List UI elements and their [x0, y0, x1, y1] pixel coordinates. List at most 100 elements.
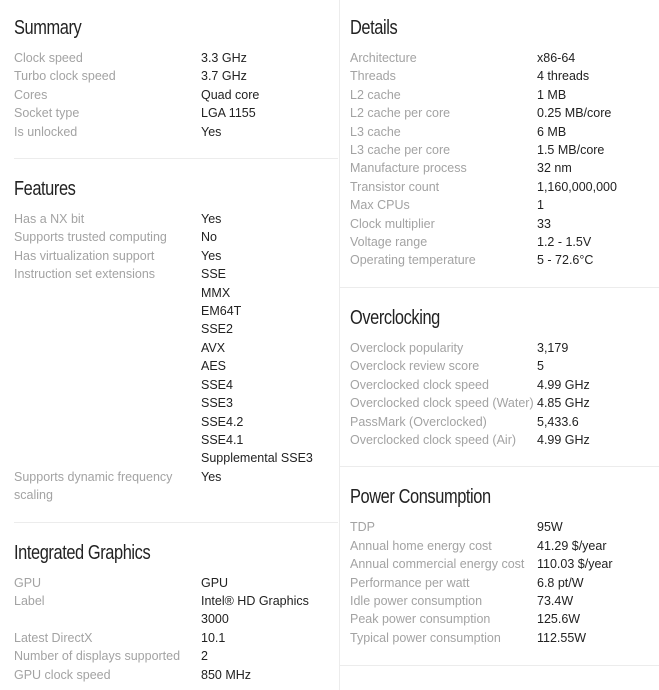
spec-label: TDP — [350, 520, 375, 535]
spec-label: Socket type — [14, 106, 80, 121]
spec-value: 850 MHz — [201, 667, 252, 682]
divider — [340, 665, 659, 667]
spec-label: Overclock popularity — [350, 340, 464, 355]
spec-value: 4.99 GHz — [537, 432, 590, 447]
spec-value: Intel® HD Graphics 3000 — [201, 593, 309, 627]
spec-list: Clock speed 3.3 GHz Turbo clock speed 3.7 G… — [14, 49, 338, 141]
spec-label: PassMark (Overclocked) — [350, 414, 487, 429]
section-title: Summary — [14, 17, 82, 39]
spec-label: Has a NX bit — [14, 212, 85, 227]
spec-value: 112.55W — [537, 630, 587, 645]
spec-label: Overclock review score — [350, 359, 480, 374]
instruction-set-item: SSE2 — [201, 322, 233, 337]
spec-row: Clock speed 3.3 GHz — [14, 49, 338, 67]
spec-value: 4 threads — [537, 69, 590, 84]
section-title: Overclocking — [350, 306, 440, 329]
spec-value: Yes — [201, 212, 222, 227]
spec-value: 73.4W — [537, 593, 574, 608]
spec-row: Idle power consumption 73.4W — [350, 592, 659, 610]
spec-row: Transistor count 1,160,000,000 — [350, 178, 659, 196]
section-title: Integrated Graphics — [14, 541, 151, 564]
instruction-set-item: Supplemental SSE3 — [201, 451, 313, 466]
spec-row: Socket type LGA 1155 — [14, 104, 338, 122]
spec-label: Performance per watt — [350, 575, 470, 590]
spec-label: Clock multiplier — [350, 216, 435, 231]
spec-value: 0.25 MB/core — [537, 106, 612, 121]
spec-value: 32 nm — [537, 161, 572, 176]
spec-value: 6.8 pt/W — [537, 575, 584, 590]
summary-section: Summary Clock speed 3.3 GHz Turbo clock sp… — [0, 0, 338, 158]
spec-row: Max CPUs 1 — [350, 196, 659, 214]
spec-row: L3 cache per core 1.5 MB/core — [350, 141, 659, 159]
spec-value: 10.1 — [201, 630, 226, 645]
spec-label: L3 cache per core — [350, 143, 451, 158]
spec-row: Has a NX bit Yes — [14, 210, 338, 228]
spec-label: L2 cache per core — [350, 106, 451, 121]
instruction-set-item: SSE3 — [201, 396, 233, 411]
spec-row: Operating temperature 5 - 72.6°C — [350, 251, 659, 269]
instruction-set-values: SSE MMX EM64T SSE2 AVX AES SSE4 SSE3 SSE4.2 SSE4.… — [201, 265, 331, 467]
spec-row: L2 cache per core 0.25 MB/core — [350, 104, 659, 122]
spec-value: 4.85 GHz — [537, 396, 590, 411]
spec-row-instruction-set: Instruction set extensions SSE MMX EM64T SS… — [14, 265, 338, 467]
spec-label: Annual home energy cost — [350, 538, 492, 553]
spec-label: Idle power consumption — [350, 593, 483, 608]
spec-label: Has virtualization support — [14, 248, 155, 263]
spec-value: Yes — [201, 469, 222, 484]
left-column: Summary Clock speed 3.3 GHz Turbo clock sp… — [0, 0, 338, 684]
spec-row: Peak power consumption 125.6W — [350, 610, 659, 628]
instruction-set-item: SSE4 — [201, 377, 233, 392]
spec-row: Performance per watt 6.8 pt/W — [350, 574, 659, 592]
section-title: Details — [350, 17, 398, 39]
spec-label: Supports dynamic frequency scaling — [14, 469, 173, 503]
spec-value: x86-64 — [537, 51, 576, 65]
spec-value: Yes — [201, 124, 222, 139]
spec-row: Supports trusted computing No — [14, 228, 338, 246]
spec-value: GPU — [201, 575, 229, 590]
spec-row: Annual home energy cost 41.29 $/year — [350, 537, 659, 555]
spec-value: 5 - 72.6°C — [537, 253, 594, 268]
instruction-set-item: SSE4.2 — [201, 414, 244, 429]
spec-row: Threads 4 threads — [350, 67, 659, 85]
spec-value: 2 — [201, 649, 208, 664]
spec-label: Voltage range — [350, 235, 428, 250]
spec-label: L3 cache — [350, 124, 401, 139]
instruction-set-item: SSE — [201, 267, 227, 282]
spec-value: 1.5 MB/core — [537, 143, 605, 158]
spec-row: Has virtualization support Yes — [14, 247, 338, 265]
spec-row: Overclocked clock speed (Air) 4.99 GHz — [350, 431, 659, 449]
spec-list: Has a NX bit Yes Supports trusted computin… — [14, 210, 338, 265]
spec-label: Architecture — [350, 51, 417, 65]
spec-label: L2 cache — [350, 87, 401, 102]
spec-value: 33 — [537, 216, 551, 231]
spec-label: Operating temperature — [350, 253, 476, 268]
spec-value: Yes — [201, 248, 222, 263]
spec-value: LGA 1155 — [201, 106, 256, 121]
spec-list: Architecture x86-64 Threads 4 threads L2 cac… — [350, 49, 659, 270]
spec-row: Number of displays supported 2 — [14, 647, 338, 665]
spec-label: Latest DirectX — [14, 630, 93, 645]
spec-value: 1,160,000,000 — [537, 179, 617, 194]
spec-label: Max CPUs — [350, 198, 410, 213]
spec-list: GPU GPU Label Intel® HD Graphics 3000 Latest… — [14, 574, 338, 684]
spec-value: 1 — [537, 198, 544, 213]
instruction-set-item: AVX — [201, 340, 226, 355]
spec-row: L3 cache 6 MB — [350, 123, 659, 141]
spec-row: Typical power consumption 112.55W — [350, 629, 659, 647]
spec-value: No — [201, 230, 217, 245]
spec-value: Quad core — [201, 87, 260, 102]
spec-row: Overclock popularity 3,179 — [350, 339, 659, 357]
spec-label: Annual commercial energy cost — [350, 557, 525, 572]
spec-label: Overclocked clock speed (Air) — [350, 432, 517, 447]
spec-row: Overclock review score 5 — [350, 357, 659, 375]
spec-value: 3.7 GHz — [201, 69, 247, 84]
spec-row-dynamic-scaling: Supports dynamic frequency scaling Yes — [14, 468, 338, 505]
spec-label: Manufacture process — [350, 161, 467, 176]
spec-value: 95W — [537, 520, 563, 535]
spec-label: Overclocked clock speed (Water) — [350, 396, 534, 411]
spec-row: GPU clock speed 850 MHz — [14, 666, 338, 684]
spec-row: Turbo clock speed 3.7 GHz — [14, 67, 338, 85]
spec-row: TDP 95W — [350, 518, 659, 536]
spec-row: Voltage range 1.2 - 1.5V — [350, 233, 659, 251]
spec-row: Architecture x86-64 — [350, 49, 659, 67]
